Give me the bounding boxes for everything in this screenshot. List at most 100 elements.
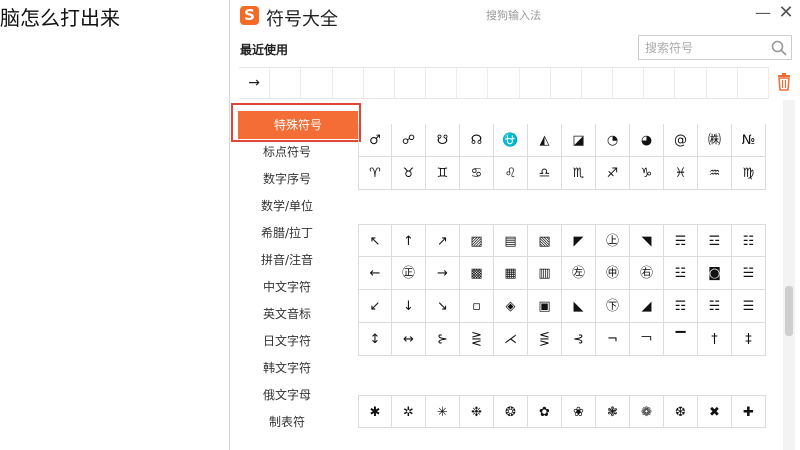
symbol-cell[interactable]: ✖	[698, 395, 732, 428]
recent-symbol-cell[interactable]	[520, 68, 551, 98]
symbol-cell[interactable]: ⋌	[494, 323, 528, 356]
symbol-cell[interactable]: ☶	[664, 290, 698, 323]
symbol-cell[interactable]: ◢	[630, 290, 664, 323]
sidebar-item-4[interactable]: 希腊/拉丁	[230, 220, 344, 247]
symbol-cell[interactable]: ☍	[392, 124, 426, 157]
symbol-cell[interactable]: ♐	[596, 157, 630, 190]
symbol-cell[interactable]: ✲	[392, 395, 426, 428]
symbol-cell[interactable]: ↓	[392, 290, 426, 323]
symbol-cell[interactable]: ⛎	[494, 124, 528, 157]
symbol-cell[interactable]: ▩	[460, 257, 494, 290]
symbol-cell[interactable]: ↙	[358, 290, 392, 323]
symbol-cell[interactable]: ▧	[528, 224, 562, 257]
sidebar-item-9[interactable]: 韩文字符	[230, 355, 344, 382]
sidebar-item-2[interactable]: 数字序号	[230, 166, 344, 193]
symbol-cell[interactable]: ㊤	[596, 224, 630, 257]
symbol-cell[interactable]: ◭	[528, 124, 562, 157]
recent-symbol-cell[interactable]	[301, 68, 333, 98]
search-input[interactable]	[639, 36, 767, 59]
symbol-cell[interactable]: ♑	[630, 157, 664, 190]
symbol-cell[interactable]: ‡	[732, 323, 766, 356]
sidebar-item-3[interactable]: 数学/单位	[230, 193, 344, 220]
symbol-cell[interactable]: ☳	[664, 257, 698, 290]
recent-symbol-cell[interactable]	[395, 68, 427, 98]
trash-icon[interactable]	[776, 73, 792, 91]
search-icon[interactable]	[770, 39, 788, 57]
symbol-cell[interactable]: ❁	[630, 395, 664, 428]
symbol-cell[interactable]: ♊	[426, 157, 460, 190]
recent-symbol-cell[interactable]	[644, 68, 676, 98]
sidebar-item-0[interactable]: 特殊符号	[238, 111, 358, 139]
symbol-cell[interactable]: ♏	[562, 157, 596, 190]
symbol-cell[interactable]: ↔	[392, 323, 426, 356]
symbol-cell[interactable]: ▥	[528, 257, 562, 290]
scrollbar-thumb[interactable]	[785, 286, 793, 336]
symbol-cell[interactable]: ↑	[392, 224, 426, 257]
symbol-cell[interactable]: ⊰	[562, 323, 596, 356]
symbol-cell[interactable]: ▨	[460, 224, 494, 257]
symbol-cell[interactable]: ⋛	[460, 323, 494, 356]
sidebar-item-5[interactable]: 拼音/注音	[230, 247, 344, 274]
symbol-cell[interactable]: ✿	[528, 395, 562, 428]
symbol-cell[interactable]: ↗	[426, 224, 460, 257]
symbol-cell[interactable]: ◈	[494, 290, 528, 323]
symbol-cell[interactable]: ❃	[596, 395, 630, 428]
symbol-cell[interactable]: ▦	[494, 257, 528, 290]
close-button[interactable]: ✕	[777, 3, 795, 23]
symbol-cell[interactable]: ☰	[732, 290, 766, 323]
symbol-cell[interactable]: ☱	[732, 257, 766, 290]
symbol-cell[interactable]: ☵	[698, 290, 732, 323]
symbol-cell[interactable]: →	[426, 257, 460, 290]
symbol-cell[interactable]: ✳	[426, 395, 460, 428]
symbol-cell[interactable]: ♍	[732, 157, 766, 190]
symbol-cell[interactable]: ♌	[494, 157, 528, 190]
symbol-cell[interactable]: ♂	[358, 124, 392, 157]
symbol-cell[interactable]: ☋	[426, 124, 460, 157]
recent-symbol-cell[interactable]	[426, 68, 458, 98]
symbol-cell[interactable]: ♒	[698, 157, 732, 190]
symbol-cell[interactable]: ㊥	[596, 257, 630, 290]
recent-symbol-cell[interactable]	[364, 68, 395, 98]
symbol-cell[interactable]: ⋚	[528, 323, 562, 356]
symbol-cell[interactable]: ♋	[460, 157, 494, 190]
recent-symbol-cell[interactable]: →	[239, 68, 271, 98]
symbol-cell[interactable]: ◙	[698, 257, 732, 290]
recent-symbol-cell[interactable]	[707, 68, 738, 98]
title-bar[interactable]: S 符号大全 搜狗输入法 — ✕	[230, 0, 800, 32]
symbol-cell[interactable]: ◪	[562, 124, 596, 157]
symbol-cell[interactable]: ㈱	[698, 124, 732, 157]
symbol-cell[interactable]: ❆	[664, 395, 698, 428]
recent-symbol-cell[interactable]	[488, 68, 520, 98]
symbol-cell[interactable]: ▫	[460, 290, 494, 323]
symbol-cell[interactable]: @	[664, 124, 698, 157]
symbol-cell[interactable]: ☴	[664, 224, 698, 257]
symbol-cell[interactable]: ◣	[562, 290, 596, 323]
symbol-cell[interactable]: ☲	[698, 224, 732, 257]
symbol-cell[interactable]: ←	[358, 257, 392, 290]
symbol-cell[interactable]: ⊱	[426, 323, 460, 356]
symbol-cell[interactable]: ♓	[664, 157, 698, 190]
symbol-cell[interactable]: ✚	[732, 395, 766, 428]
symbol-cell[interactable]: ￢	[630, 323, 664, 356]
symbol-cell[interactable]: ◥	[630, 224, 664, 257]
symbol-cell[interactable]: ↘	[426, 290, 460, 323]
symbol-cell[interactable]: ☷	[732, 224, 766, 257]
symbol-cell[interactable]: ♈	[358, 157, 392, 190]
symbol-cell[interactable]: ◔	[596, 124, 630, 157]
sidebar-item-6[interactable]: 中文字符	[230, 274, 344, 301]
symbol-cell[interactable]: ♉	[392, 157, 426, 190]
recent-symbol-cell[interactable]	[270, 68, 302, 98]
symbol-cell[interactable]: ㊦	[596, 290, 630, 323]
symbol-cell[interactable]: ¬	[596, 323, 630, 356]
symbol-cell[interactable]: †	[698, 323, 732, 356]
recent-symbol-cell[interactable]	[675, 68, 707, 98]
symbol-cell[interactable]: ▔	[664, 323, 698, 356]
symbol-cell[interactable]: ↕	[358, 323, 392, 356]
recent-symbol-cell[interactable]	[457, 68, 489, 98]
symbol-cell[interactable]: ▤	[494, 224, 528, 257]
symbol-cell[interactable]: ↖	[358, 224, 392, 257]
symbol-cell[interactable]: ㊣	[392, 257, 426, 290]
symbol-cell[interactable]: №	[732, 124, 766, 157]
symbol-cell[interactable]: ◕	[630, 124, 664, 157]
recent-symbol-cell[interactable]	[582, 68, 614, 98]
